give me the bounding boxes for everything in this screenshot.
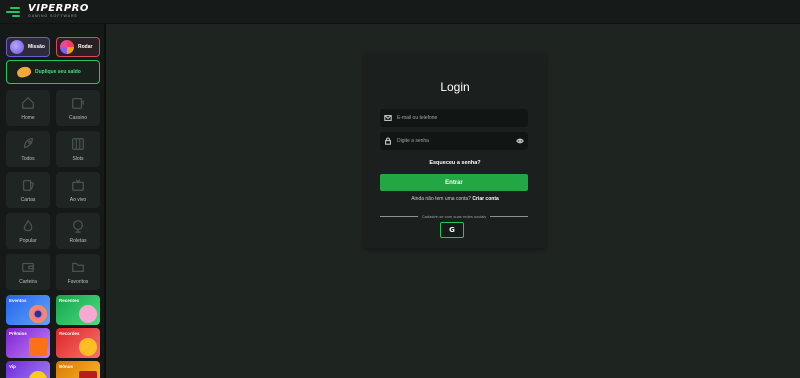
mission-label: Missão bbox=[28, 44, 45, 50]
sidebar-item-cartas[interactable]: Cartas bbox=[6, 172, 50, 208]
logo-mark-icon bbox=[6, 5, 24, 19]
slots-icon bbox=[72, 137, 84, 150]
sidebar-item-ao-vivo[interactable]: Ao vivo bbox=[56, 172, 100, 208]
folder-icon bbox=[72, 262, 84, 272]
sidebar: Missão Rodar Duplique seu saldo Home Cas… bbox=[0, 24, 106, 378]
promo-vip[interactable]: Vip bbox=[6, 361, 50, 378]
spin-button[interactable]: Rodar bbox=[56, 37, 100, 57]
live-icon bbox=[72, 178, 84, 191]
chest-icon bbox=[79, 371, 97, 378]
top-bar: VIPERPRO GAMING SOFTWARE bbox=[0, 0, 800, 24]
email-input[interactable] bbox=[397, 115, 528, 121]
promo-label: Prêmios bbox=[9, 331, 27, 336]
mission-button[interactable]: Missão bbox=[6, 37, 50, 57]
mail-icon bbox=[384, 115, 392, 121]
sidebar-item-todos[interactable]: Todos bbox=[6, 131, 50, 167]
sidebar-item-home[interactable]: Home bbox=[6, 90, 50, 126]
promo-label: Recordes bbox=[59, 331, 80, 336]
sidebar-item-cassino[interactable]: Cassino bbox=[56, 90, 100, 126]
promo-label: Bônus bbox=[59, 364, 73, 369]
double-balance-button[interactable]: Duplique seu saldo bbox=[6, 60, 100, 84]
mission-icon bbox=[10, 40, 24, 54]
brand-logo[interactable]: VIPERPRO GAMING SOFTWARE bbox=[6, 4, 89, 19]
wheel-icon bbox=[60, 40, 74, 54]
promo-bonus[interactable]: Bônus bbox=[56, 361, 100, 378]
home-icon bbox=[22, 96, 34, 109]
signup-prompt: Ainda não tem uma conta? Criar conta bbox=[364, 196, 546, 202]
social-divider: Cadastre-se com suas redes sociais bbox=[380, 214, 529, 219]
sidebar-item-popular[interactable]: Popular bbox=[6, 213, 50, 249]
double-balance-label: Duplique seu saldo bbox=[35, 69, 81, 75]
sidebar-item-label: Ao vivo bbox=[69, 196, 87, 203]
donut-icon bbox=[29, 305, 47, 323]
promo-recentes[interactable]: Recentes bbox=[56, 295, 100, 325]
sidebar-item-label: Slots bbox=[72, 155, 84, 162]
sidebar-item-roletas[interactable]: Roletas bbox=[56, 213, 100, 249]
lock-icon bbox=[385, 137, 391, 145]
sidebar-item-label: Todos bbox=[21, 155, 35, 162]
social-divider-text: Cadastre-se com suas redes sociais bbox=[421, 214, 487, 219]
promo-label: Vip bbox=[9, 364, 16, 369]
sidebar-item-slots[interactable]: Slots bbox=[56, 131, 100, 167]
promo-label: Recentes bbox=[59, 298, 80, 303]
fire-icon bbox=[23, 219, 33, 231]
sidebar-item-label: Roletas bbox=[69, 237, 87, 244]
coin-bag-icon bbox=[15, 65, 33, 79]
promo-recordes[interactable]: Recordes bbox=[56, 328, 100, 358]
rocket-icon bbox=[23, 137, 33, 148]
create-account-link[interactable]: Criar conta bbox=[472, 196, 498, 202]
google-icon: G bbox=[449, 226, 455, 234]
login-card: Login Esqueceu a senha? Entrar Ainda não… bbox=[364, 52, 546, 248]
spin-label: Rodar bbox=[78, 44, 93, 50]
google-login-button[interactable]: G bbox=[440, 222, 464, 238]
cards-icon bbox=[23, 179, 35, 191]
brand-subtitle: GAMING SOFTWARE bbox=[28, 14, 78, 19]
brand-title: VIPERPRO bbox=[28, 3, 89, 15]
sidebar-item-label: Carteira bbox=[19, 278, 37, 285]
roulette-icon bbox=[73, 219, 83, 233]
login-button[interactable]: Entrar bbox=[380, 174, 528, 191]
sidebar-item-label: Favoritos bbox=[67, 278, 89, 285]
promo-premios[interactable]: Prêmios bbox=[6, 328, 50, 358]
coins-icon bbox=[79, 338, 97, 356]
password-input[interactable] bbox=[397, 138, 528, 144]
promo-label: Eventos bbox=[9, 298, 27, 303]
sidebar-item-label: Popular bbox=[19, 237, 37, 244]
forgot-password-link[interactable]: Esqueceu a senha? bbox=[364, 160, 546, 166]
no-account-text: Ainda não tem uma conta? bbox=[411, 196, 471, 202]
sidebar-item-carteira[interactable]: Carteira bbox=[6, 254, 50, 290]
sidebar-item-label: Home bbox=[21, 114, 35, 121]
password-field[interactable] bbox=[380, 132, 528, 150]
page-title: Login bbox=[440, 80, 470, 94]
piggy-bank-icon bbox=[79, 305, 97, 323]
sidebar-item-favoritos[interactable]: Favoritos bbox=[56, 254, 100, 290]
email-field[interactable] bbox=[380, 109, 528, 127]
wallet-icon bbox=[22, 262, 34, 272]
crown-icon bbox=[29, 371, 47, 378]
gift-icon bbox=[29, 338, 47, 356]
slot-machine-icon bbox=[72, 97, 84, 109]
promo-eventos[interactable]: Eventos bbox=[6, 295, 50, 325]
eye-icon[interactable] bbox=[516, 137, 524, 145]
sidebar-item-label: Cassino bbox=[68, 114, 88, 121]
sidebar-item-label: Cartas bbox=[20, 196, 36, 203]
